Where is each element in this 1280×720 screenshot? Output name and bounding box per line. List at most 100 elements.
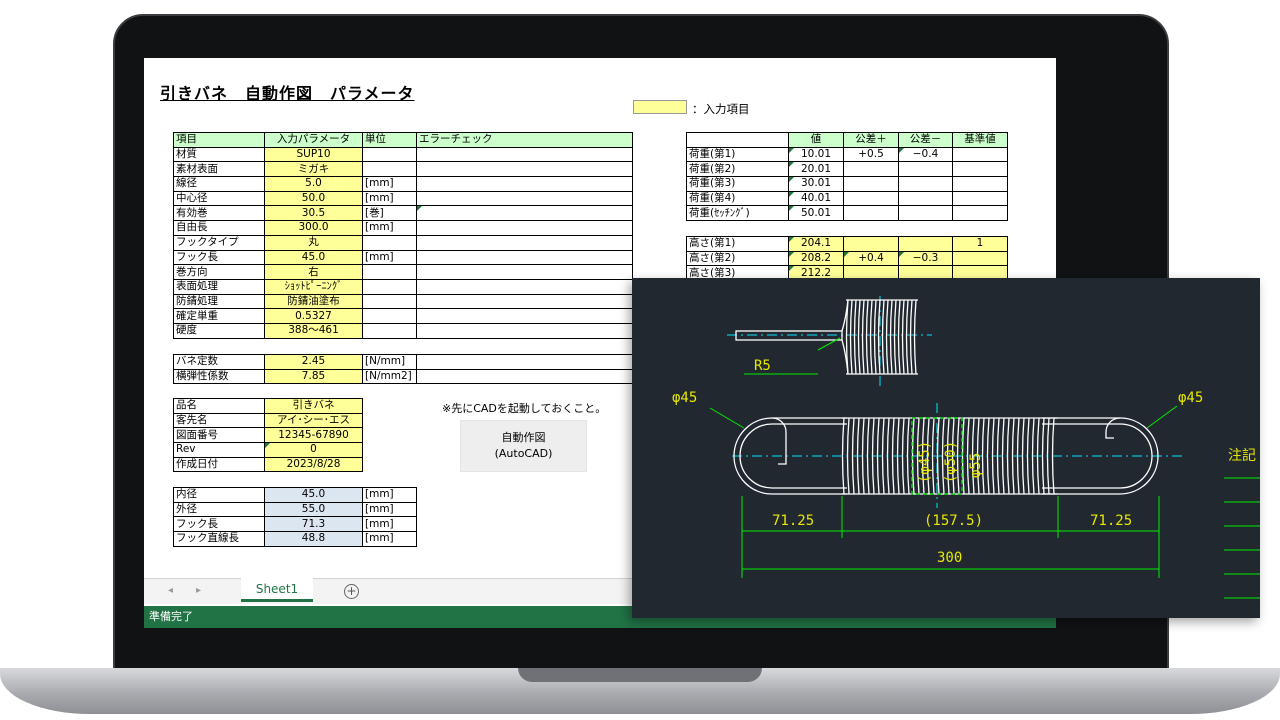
tab-sheet1[interactable]: Sheet1 (241, 578, 313, 602)
unit-cell[interactable] (362, 161, 417, 178)
row-label-cell[interactable]: 線径 (173, 176, 265, 192)
tolerance-minus-cell[interactable] (898, 176, 953, 192)
row-label-cell[interactable]: 作成日付 (173, 456, 265, 473)
tolerance-minus-cell[interactable] (898, 236, 953, 252)
value-cell[interactable]: 40.01 (788, 190, 844, 207)
calc-cell[interactable]: 45.0 (264, 487, 363, 503)
input-cell[interactable]: 30.5 (264, 205, 363, 222)
error-check-cell[interactable] (416, 220, 633, 236)
tolerance-plus-cell[interactable] (843, 161, 899, 178)
row-label-cell[interactable]: 客先名 (173, 412, 265, 429)
reference-cell[interactable] (952, 161, 1008, 178)
prev-sheet-icon[interactable]: ◂ (168, 585, 173, 596)
unit-cell[interactable]: [N/mm2] (362, 368, 417, 385)
calc-cell[interactable]: 71.3 (264, 516, 363, 533)
value-cell[interactable]: 208.2 (788, 250, 844, 267)
input-cell[interactable]: 丸 (264, 234, 363, 251)
row-label-cell[interactable]: 図面番号 (173, 427, 265, 444)
input-cell[interactable]: 右 (264, 264, 363, 280)
input-cell[interactable]: 2.45 (264, 354, 363, 370)
error-check-cell[interactable] (416, 368, 633, 385)
unit-cell[interactable] (362, 234, 417, 251)
unit-cell[interactable]: [巻] (362, 205, 417, 222)
error-check-cell[interactable] (416, 278, 633, 295)
reference-cell[interactable] (952, 176, 1008, 192)
unit-cell[interactable] (362, 322, 417, 339)
unit-cell[interactable] (362, 308, 417, 324)
tolerance-plus-cell[interactable] (843, 190, 899, 207)
calc-cell[interactable]: 55.0 (264, 501, 363, 518)
unit-cell[interactable] (362, 146, 417, 163)
input-cell[interactable]: 45.0 (264, 249, 363, 266)
error-check-cell[interactable] (416, 234, 633, 251)
tolerance-minus-cell[interactable]: −0.3 (898, 250, 953, 267)
tolerance-minus-cell[interactable] (898, 190, 953, 207)
row-label-cell[interactable]: 品名 (173, 398, 265, 414)
row-label-cell[interactable]: 有効巻 (173, 205, 265, 222)
row-label-cell[interactable]: 中心径 (173, 190, 265, 207)
row-label-cell[interactable]: フックタイプ (173, 234, 265, 251)
error-check-cell[interactable] (416, 161, 633, 178)
input-cell[interactable]: 7.85 (264, 368, 363, 385)
calc-cell[interactable]: 48.8 (264, 531, 363, 547)
row-label-cell[interactable]: 高さ(第2) (686, 250, 789, 267)
unit-cell[interactable]: [mm] (362, 516, 417, 533)
input-cell[interactable]: アイ･シー･エス (264, 412, 363, 429)
error-check-cell[interactable] (416, 264, 633, 280)
unit-cell[interactable] (362, 293, 417, 310)
row-label-cell[interactable]: 荷重(第4) (686, 190, 789, 207)
row-label-cell[interactable]: フック長 (173, 249, 265, 266)
input-cell[interactable]: ｼｮｯﾄﾋﾟｰﾆﾝｸﾞ (264, 278, 363, 295)
input-cell[interactable]: 2023/8/28 (264, 456, 363, 473)
tolerance-plus-cell[interactable]: +0.4 (843, 250, 899, 267)
error-check-cell[interactable] (416, 176, 633, 192)
row-label-cell[interactable]: 硬度 (173, 322, 265, 339)
reference-cell[interactable] (952, 146, 1008, 163)
add-sheet-icon[interactable]: + (344, 584, 359, 599)
value-cell[interactable]: 30.01 (788, 176, 844, 192)
row-label-cell[interactable]: 荷重(第1) (686, 146, 789, 163)
unit-cell[interactable]: [mm] (362, 220, 417, 236)
row-label-cell[interactable]: 巻方向 (173, 264, 265, 280)
error-check-cell[interactable] (416, 293, 633, 310)
unit-cell[interactable]: [mm] (362, 249, 417, 266)
tolerance-plus-cell[interactable]: +0.5 (843, 146, 899, 163)
value-cell[interactable]: 204.1 (788, 236, 844, 252)
row-label-cell[interactable]: 高さ(第1) (686, 236, 789, 252)
tolerance-plus-cell[interactable] (843, 176, 899, 192)
row-label-cell[interactable]: 内径 (173, 487, 265, 503)
reference-cell[interactable] (952, 205, 1008, 222)
input-cell[interactable]: ミガキ (264, 161, 363, 178)
input-cell[interactable]: 12345-67890 (264, 427, 363, 444)
tolerance-minus-cell[interactable]: −0.4 (898, 146, 953, 163)
unit-cell[interactable]: [mm] (362, 531, 417, 547)
unit-cell[interactable]: [mm] (362, 190, 417, 207)
tolerance-plus-cell[interactable] (843, 205, 899, 222)
row-label-cell[interactable]: 防錆処理 (173, 293, 265, 310)
row-label-cell[interactable]: 素材表面 (173, 161, 265, 178)
input-cell[interactable]: 300.0 (264, 220, 363, 236)
input-cell[interactable]: 388～461 (264, 322, 363, 339)
row-label-cell[interactable]: 材質 (173, 146, 265, 163)
error-check-cell[interactable] (416, 205, 633, 222)
row-label-cell[interactable]: 荷重(ｾｯﾁﾝｸﾞ) (686, 205, 789, 222)
input-cell[interactable]: 5.0 (264, 176, 363, 192)
unit-cell[interactable] (362, 278, 417, 295)
reference-cell[interactable] (952, 250, 1008, 267)
row-label-cell[interactable]: フック長 (173, 516, 265, 533)
error-check-cell[interactable] (416, 146, 633, 163)
reference-cell[interactable] (952, 190, 1008, 207)
input-cell[interactable]: 0.5327 (264, 308, 363, 324)
row-label-cell[interactable]: 外径 (173, 501, 265, 518)
unit-cell[interactable] (362, 264, 417, 280)
row-label-cell[interactable]: 表面処理 (173, 278, 265, 295)
value-cell[interactable]: 10.01 (788, 146, 844, 163)
row-label-cell[interactable]: 荷重(第3) (686, 176, 789, 192)
unit-cell[interactable]: [mm] (362, 176, 417, 192)
error-check-cell[interactable] (416, 190, 633, 207)
unit-cell[interactable]: [mm] (362, 501, 417, 518)
value-cell[interactable]: 20.01 (788, 161, 844, 178)
input-cell[interactable]: 引きバネ (264, 398, 363, 414)
row-label-cell[interactable]: 自由長 (173, 220, 265, 236)
unit-cell[interactable]: [mm] (362, 487, 417, 503)
